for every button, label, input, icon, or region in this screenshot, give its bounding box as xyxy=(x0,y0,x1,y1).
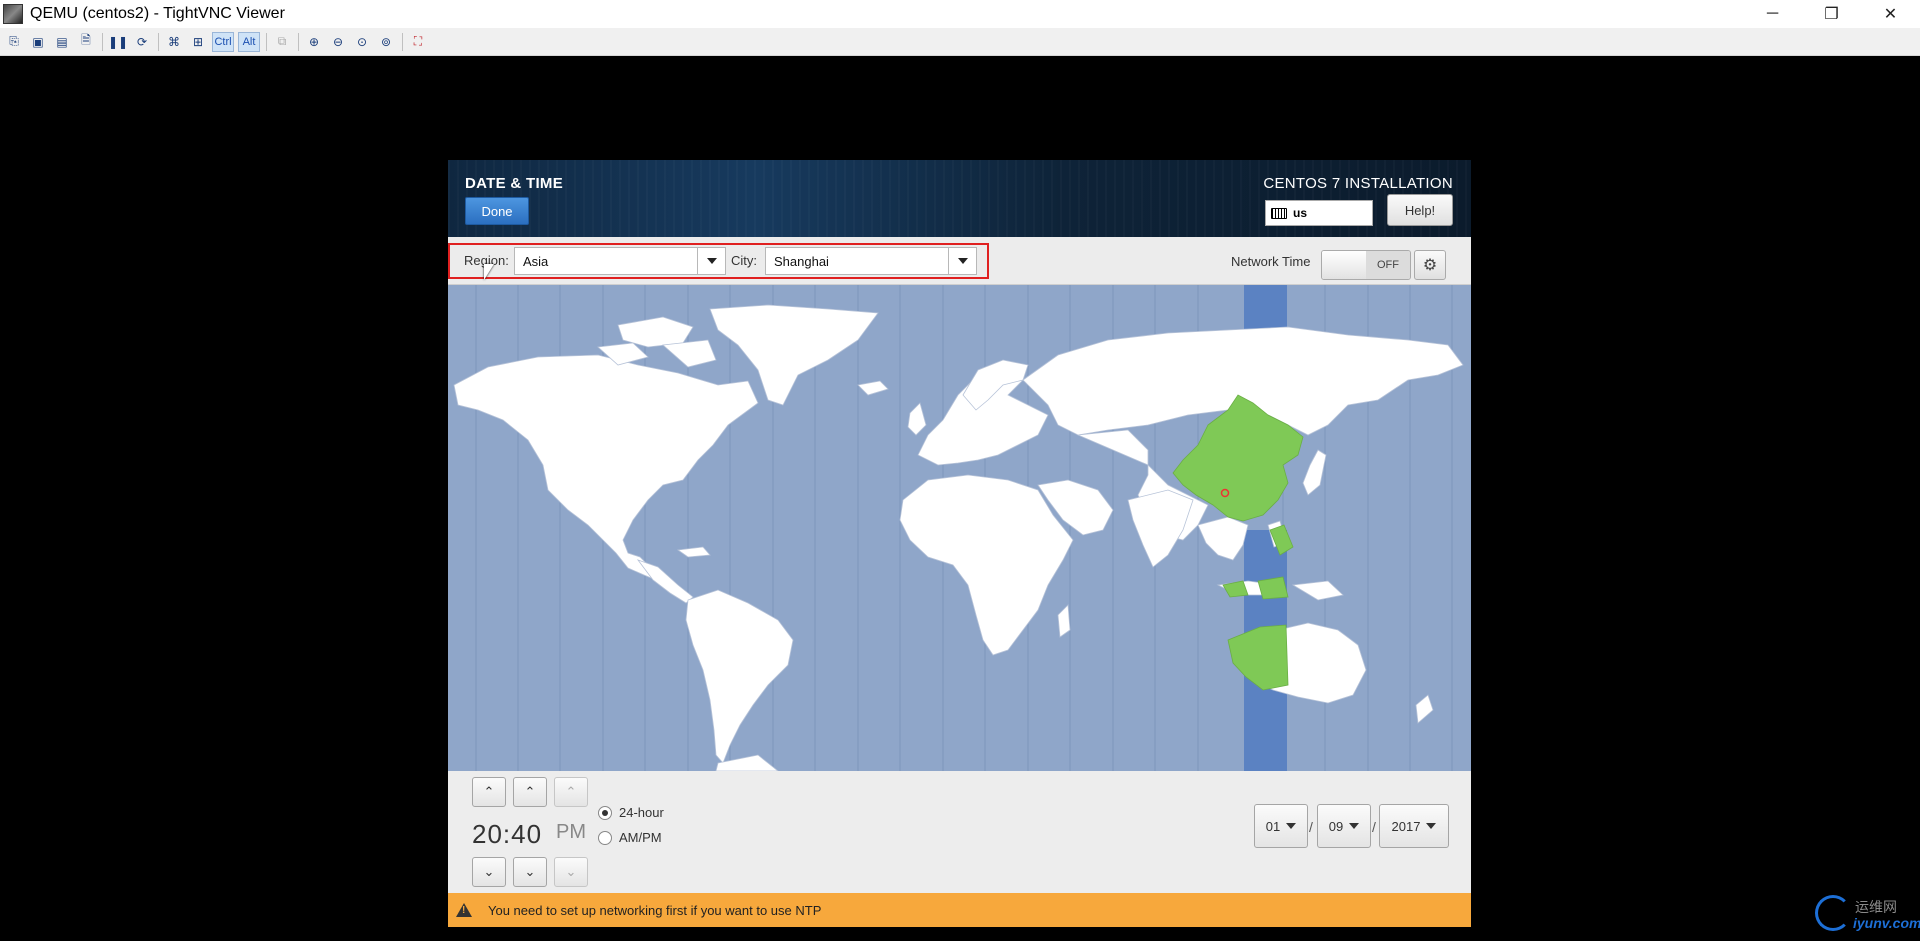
radio-button-24h[interactable] xyxy=(598,805,612,820)
toolbar-separator xyxy=(266,32,267,51)
page-title: DATE & TIME xyxy=(465,175,564,192)
gear-icon: ⚙ xyxy=(1422,257,1438,274)
warning-icon xyxy=(456,903,472,917)
chevron-down-icon xyxy=(1286,823,1297,829)
keyboard-layout-label: us xyxy=(1293,206,1308,220)
format-24h-label: 24-hour xyxy=(619,805,664,820)
window-titlebar: QEMU (centos2) - TightVNC Viewer ─ ❐ ✕ xyxy=(0,0,1920,28)
chevron-down-icon xyxy=(1349,823,1360,829)
year-selector[interactable]: 2017 xyxy=(1379,804,1449,848)
city-value: Shanghai xyxy=(774,253,829,269)
date-separator: / xyxy=(1372,819,1376,835)
warning-bar: You need to set up networking first if y… xyxy=(448,893,1471,927)
vnc-toolbar: ⎘ ▣ ▤ 🗎 ❚❚ ⟳ ⌘ ⊞ Ctrl Alt ⧉ ⊕ ⊖ ⊙ ⊚ ⛶ xyxy=(0,28,1920,56)
world-map-graphic[interactable] xyxy=(448,285,1471,771)
window-title: QEMU (centos2) - TightVNC Viewer xyxy=(30,5,285,22)
time-display: 20:40 xyxy=(472,819,543,849)
format-ampm-label: AM/PM xyxy=(619,830,662,845)
chevron-down-icon xyxy=(957,258,968,264)
minute-up-button[interactable]: ⌃ xyxy=(513,777,547,807)
ampm-up-button[interactable]: ⌃ xyxy=(554,777,588,807)
format-ampm-option[interactable]: AM/PM xyxy=(598,830,662,845)
hour-up-button[interactable]: ⌃ xyxy=(472,777,506,807)
mouse-cursor-icon xyxy=(484,264,494,280)
month-value: 01 xyxy=(1265,818,1281,834)
region-value: Asia xyxy=(523,253,549,269)
chevron-up-icon: ⌃ xyxy=(524,784,536,799)
zoom-out-icon[interactable]: ⊖ xyxy=(328,32,348,52)
toolbar-separator xyxy=(298,32,299,51)
close-button[interactable]: ✕ xyxy=(1861,0,1920,28)
city-location-marker[interactable] xyxy=(1220,488,1230,498)
restore-button[interactable]: ❐ xyxy=(1802,0,1861,28)
keyboard-icon xyxy=(1271,207,1287,219)
ctrl-key-toggle[interactable]: Ctrl xyxy=(212,31,234,52)
toolbar-separator xyxy=(102,32,103,51)
city-combobox[interactable]: Shanghai xyxy=(765,247,977,275)
vm-display[interactable]: DATE & TIME Done CENTOS 7 INSTALLATION u… xyxy=(448,160,1471,927)
month-selector[interactable]: 01 xyxy=(1254,804,1308,848)
city-dropdown-button[interactable] xyxy=(948,248,976,274)
ampm-display: PM xyxy=(556,821,586,843)
time-date-controls: ⌃ ⌃ ⌃ 20:40 PM ⌄ ⌄ ⌄ 24-hour AM/PM 01 / … xyxy=(448,771,1471,893)
minute-down-button[interactable]: ⌄ xyxy=(513,857,547,887)
switch-knob xyxy=(1322,251,1367,279)
product-title: CENTOS 7 INSTALLATION xyxy=(1263,175,1453,192)
transfer-files-icon[interactable]: ⧉ xyxy=(272,32,292,52)
ctrl-alt-del-icon[interactable]: ⌘ xyxy=(164,32,184,52)
chevron-up-icon: ⌃ xyxy=(483,784,495,799)
watermark-en: iyunv.com xyxy=(1853,915,1920,931)
network-time-switch[interactable]: OFF xyxy=(1321,250,1411,280)
chevron-up-icon: ⌃ xyxy=(565,784,577,799)
minimize-button[interactable]: ─ xyxy=(1743,0,1802,28)
land-masses xyxy=(453,304,1464,771)
installer-header: DATE & TIME Done CENTOS 7 INSTALLATION u… xyxy=(448,160,1471,237)
date-separator: / xyxy=(1309,819,1313,835)
site-watermark: 运维网 iyunv.com xyxy=(1815,893,1920,939)
timezone-selector-bar: Region: Asia City: Shanghai Network Time… xyxy=(448,237,1471,285)
chevron-down-icon: ⌄ xyxy=(565,864,577,879)
selected-zone-band-top xyxy=(1244,285,1287,332)
switch-state-label: OFF xyxy=(1366,251,1410,279)
options-icon[interactable]: ▤ xyxy=(52,32,72,52)
pause-icon[interactable]: ❚❚ xyxy=(108,32,128,52)
chevron-down-icon xyxy=(706,258,717,264)
fullscreen-icon[interactable]: ⛶ xyxy=(408,32,428,52)
zoom-in-icon[interactable]: ⊕ xyxy=(304,32,324,52)
watermark-cn: 运维网 xyxy=(1855,899,1897,915)
new-connection-icon[interactable]: ⎘ xyxy=(4,32,24,52)
region-dropdown-button[interactable] xyxy=(697,248,725,274)
refresh-icon[interactable]: ⟳ xyxy=(132,32,152,52)
hour-down-button[interactable]: ⌄ xyxy=(472,857,506,887)
watermark-logo-icon xyxy=(1815,895,1851,931)
year-value: 2017 xyxy=(1391,818,1421,834)
toolbar-separator xyxy=(158,32,159,51)
toolbar-separator xyxy=(402,32,403,51)
ampm-down-button[interactable]: ⌄ xyxy=(554,857,588,887)
help-button[interactable]: Help! xyxy=(1387,194,1453,226)
keyboard-layout-indicator[interactable]: us xyxy=(1265,200,1373,226)
alt-key-toggle[interactable]: Alt xyxy=(238,31,260,52)
day-selector[interactable]: 09 xyxy=(1317,804,1371,848)
zoom-fit-icon[interactable]: ⊚ xyxy=(376,32,396,52)
city-label: City: xyxy=(731,253,757,268)
save-icon[interactable]: ▣ xyxy=(28,32,48,52)
ntp-settings-button[interactable]: ⚙ xyxy=(1414,250,1446,280)
info-icon[interactable]: 🗎 xyxy=(76,32,96,52)
chevron-down-icon: ⌄ xyxy=(524,864,536,879)
tightvnc-app-icon xyxy=(3,4,23,24)
radio-button-ampm[interactable] xyxy=(598,830,612,845)
network-time-label: Network Time xyxy=(1231,254,1311,269)
ctrl-esc-icon[interactable]: ⊞ xyxy=(188,32,208,52)
day-value: 09 xyxy=(1328,818,1344,834)
window-controls: ─ ❐ ✕ xyxy=(1743,0,1920,28)
timezone-map[interactable] xyxy=(448,285,1471,771)
done-button[interactable]: Done xyxy=(465,197,529,225)
zoom-100-icon[interactable]: ⊙ xyxy=(352,32,372,52)
chevron-down-icon xyxy=(1426,823,1437,829)
chevron-down-icon: ⌄ xyxy=(483,864,495,879)
warning-message: You need to set up networking first if y… xyxy=(488,902,822,918)
region-combobox[interactable]: Asia xyxy=(514,247,726,275)
format-24h-option[interactable]: 24-hour xyxy=(598,805,664,820)
